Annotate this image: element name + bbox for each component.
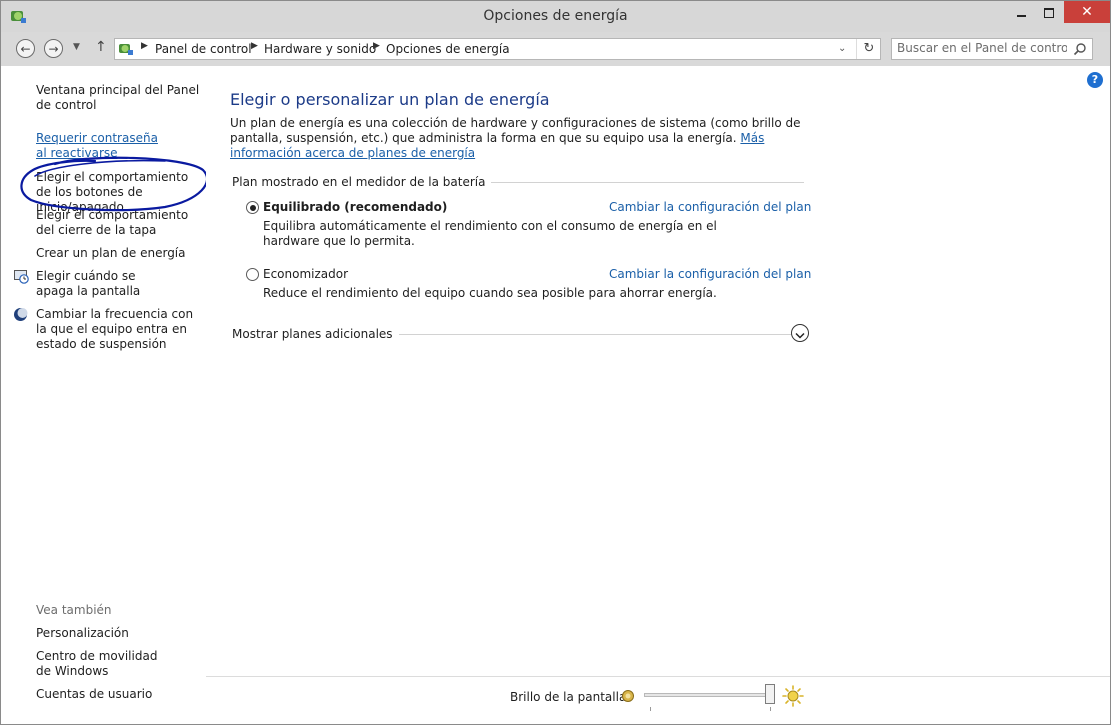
see-also-user-accounts-link[interactable]: Cuentas de usuario [36, 687, 206, 702]
brightness-slider-track[interactable] [644, 693, 772, 697]
breadcrumb-separator-icon[interactable]: ▶ [251, 41, 258, 51]
minimize-icon [1017, 14, 1026, 17]
window-title: Opciones de energía [483, 8, 628, 24]
see-also-mobility-center-link[interactable]: Centro de movilidad de Windows [36, 649, 176, 679]
battery-meter-group-heading: Plan mostrado en el medidor de la baterí… [232, 175, 492, 189]
search-box[interactable] [891, 38, 1093, 60]
plan-power-saver-change-link[interactable]: Cambiar la configuración del plan [609, 267, 811, 281]
more-plans-label[interactable]: Mostrar planes adicionales [232, 327, 399, 341]
page-title: Elegir o personalizar un plan de energía [230, 90, 550, 109]
title-bar: Opciones de energía ✕ [1, 1, 1110, 32]
back-arrow-icon: ← [20, 42, 31, 56]
refresh-icon[interactable]: ↻ [856, 39, 881, 59]
breadcrumb-opciones-de-energia[interactable]: Opciones de energía [386, 42, 510, 56]
forward-button[interactable]: → [44, 39, 63, 58]
main-pane: Elegir o personalizar un plan de energía… [206, 66, 1110, 676]
back-button[interactable]: ← [16, 39, 35, 58]
sidebar-home-link[interactable]: Ventana principal del Panel de control [36, 83, 201, 113]
maximize-button[interactable] [1035, 1, 1062, 23]
see-also-personalization-link[interactable]: Personalización [36, 626, 206, 641]
maximize-icon [1043, 7, 1054, 18]
recent-locations-dropdown[interactable]: ▼ [73, 42, 80, 52]
monitor-clock-icon [14, 270, 29, 284]
help-icon[interactable]: ? [1087, 72, 1103, 88]
sidebar-task-create-plan[interactable]: Crear un plan de energía [36, 246, 201, 261]
plan-power-saver-name[interactable]: Economizador [263, 267, 348, 281]
brightness-label: Brillo de la pantalla: [510, 690, 631, 704]
plan-balanced-description: Equilibra automáticamente el rendimiento… [263, 219, 717, 248]
tasks-pane: Ventana principal del Panel de control R… [1, 66, 209, 724]
bright-brightness-icon [782, 685, 804, 707]
close-button[interactable]: ✕ [1064, 1, 1110, 23]
dim-brightness-icon [622, 690, 634, 702]
intro-text: Un plan de energía es una colección de h… [230, 116, 801, 145]
navigation-bar: ← → ▼ ↑ ▶ Panel de control ▶ Hardware y … [1, 32, 1110, 66]
breadcrumb-hardware-y-sonido[interactable]: Hardware y sonido [264, 42, 376, 56]
expand-more-plans-button[interactable] [791, 324, 809, 342]
sidebar-task-sleep[interactable]: Cambiar la frecuencia con la que el equi… [36, 307, 201, 352]
plan-balanced-radio[interactable] [246, 201, 259, 214]
intro-paragraph: Un plan de energía es una colección de h… [230, 116, 810, 161]
sidebar-task-display-off[interactable]: Elegir cuándo se apaga la pantalla [36, 269, 176, 299]
breadcrumb-separator-icon[interactable]: ▶ [373, 41, 380, 51]
minimize-button[interactable] [1008, 1, 1035, 23]
chevron-down-icon: ▼ [73, 42, 80, 52]
plan-balanced-name[interactable]: Equilibrado (recomendado) [263, 200, 447, 214]
forward-arrow-icon: → [48, 42, 59, 56]
up-button[interactable]: ↑ [95, 39, 107, 55]
control-panel-icon [119, 44, 133, 55]
see-also-heading: Vea también [36, 603, 112, 617]
hand-drawn-circle-annotation [20, 156, 209, 212]
search-icon[interactable] [1073, 42, 1087, 56]
slider-tick [650, 707, 651, 711]
plan-balanced-change-link[interactable]: Cambiar la configuración del plan [609, 200, 811, 214]
plan-power-saver-radio[interactable] [246, 268, 259, 281]
moon-icon [14, 308, 28, 321]
breadcrumb-panel-de-control[interactable]: Panel de control [155, 42, 252, 56]
brightness-slider-thumb[interactable] [765, 684, 775, 704]
chevron-down-icon [795, 332, 805, 339]
brightness-bar: Brillo de la pantalla: [206, 677, 1110, 724]
search-input[interactable] [897, 41, 1067, 55]
slider-tick [770, 707, 771, 711]
address-bar[interactable]: ▶ Panel de control ▶ Hardware y sonido ▶… [114, 38, 881, 60]
plan-power-saver-description: Reduce el rendimiento del equipo cuando … [263, 286, 717, 300]
breadcrumb-separator-icon[interactable]: ▶ [141, 41, 148, 51]
address-dropdown-icon[interactable]: ⌄ [838, 43, 846, 54]
sidebar-task-lid-close[interactable]: Elegir el comportamiento del cierre de l… [36, 208, 196, 238]
up-arrow-icon: ↑ [95, 39, 107, 55]
content-area: Ventana principal del Panel de control R… [1, 66, 1110, 724]
power-options-window: Opciones de energía ✕ ← → ▼ ↑ ▶ Panel de… [0, 0, 1111, 725]
